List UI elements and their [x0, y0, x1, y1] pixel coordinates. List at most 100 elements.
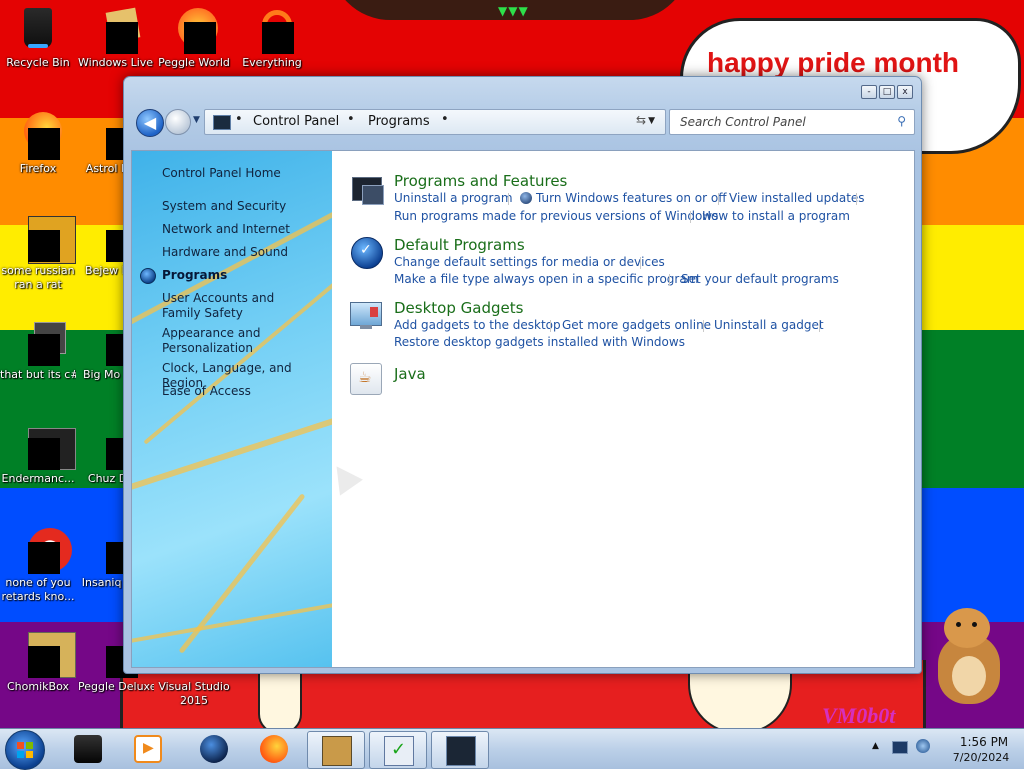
- clock-time[interactable]: 1:56 PM: [952, 735, 1016, 749]
- shield-icon: [520, 192, 532, 204]
- desktop-gadgets-icon[interactable]: [350, 299, 382, 331]
- taskbar-item-checklist-app[interactable]: ✓: [369, 731, 427, 769]
- desktop-icon-label: Visual Studio 2015: [158, 680, 230, 707]
- start-button[interactable]: [5, 730, 45, 770]
- desktop-icon-recycle-bin[interactable]: Recycle Bin: [0, 6, 76, 70]
- sidebar-item-programs[interactable]: Programs: [162, 268, 227, 283]
- network-icon[interactable]: [892, 741, 908, 754]
- refresh-icon[interactable]: ⇆: [636, 113, 646, 127]
- volume-icon[interactable]: [916, 739, 930, 753]
- breadcrumb-separator[interactable]: •: [441, 112, 449, 127]
- taskbar-item-chomikbox[interactable]: [307, 731, 365, 769]
- search-box[interactable]: Search Control Panel ⚲: [669, 109, 915, 135]
- desktop-icon-everything[interactable]: Everything: [234, 6, 310, 70]
- sidebar-item-appearance[interactable]: Appearance and Personalization: [162, 326, 272, 356]
- sidebar-item-network-and-internet[interactable]: Network and Internet: [162, 222, 290, 237]
- desktop-icon-windows-live-mail[interactable]: Windows Live Ma...: [78, 6, 154, 70]
- peggle-icon: [170, 6, 218, 54]
- desktop-icon-csharp[interactable]: that but its c#: [0, 318, 76, 382]
- address-bar[interactable]: • Control Panel • Programs • ▼: [204, 109, 666, 135]
- address-dropdown-icon[interactable]: ▼: [648, 116, 655, 126]
- speech-bubble-text: happy pride month: [707, 47, 959, 78]
- windows-logo-icon: [17, 742, 33, 758]
- window-icon: [14, 422, 76, 470]
- desktop-icon-label: some russian ran a rat: [1, 264, 75, 291]
- link-restore-gadgets[interactable]: Restore desktop gadgets installed with W…: [394, 335, 685, 349]
- desktop-icon-label: Firefox: [19, 162, 57, 175]
- default-programs-icon[interactable]: ✓: [350, 236, 383, 269]
- desktop-icon-chomikbox[interactable]: ChomikBox: [0, 630, 76, 694]
- app-icon: [14, 526, 72, 574]
- sidebar-item-user-accounts[interactable]: User Accounts and Family Safety: [162, 291, 312, 321]
- sidebar: Control Panel Home System and Security N…: [132, 151, 332, 667]
- clock-date[interactable]: 7/20/2024: [946, 751, 1016, 764]
- link-file-type-association[interactable]: Make a file type always open in a specif…: [394, 272, 698, 286]
- category-title-programs-and-features[interactable]: Programs and Features: [394, 172, 567, 190]
- desktop-icon-label: Recycle Bin: [6, 56, 70, 69]
- breadcrumb-separator[interactable]: •: [235, 112, 243, 127]
- files-icon: [14, 318, 66, 366]
- close-button[interactable]: x: [897, 85, 913, 99]
- search-input[interactable]: Search Control Panel: [680, 115, 806, 129]
- globe-icon: [200, 735, 228, 763]
- current-page-bullet-icon: [140, 268, 156, 284]
- taskbar-item-media-player[interactable]: ▶: [120, 731, 176, 767]
- back-button[interactable]: ◀: [136, 109, 164, 137]
- show-hidden-icons-icon[interactable]: ▲: [872, 741, 879, 751]
- hamster-image: [928, 608, 1008, 708]
- desktop-icon-label: Peggle World: [158, 56, 230, 69]
- desktop-icon-label: none of you retards kno...: [1, 576, 75, 603]
- control-panel-icon: [446, 736, 476, 766]
- minimize-button[interactable]: -: [861, 85, 877, 99]
- link-run-older-programs[interactable]: Run programs made for previous versions …: [394, 209, 718, 223]
- java-icon[interactable]: ☕: [350, 363, 382, 395]
- everything-icon: [248, 6, 296, 54]
- sidebar-item-ease-of-access[interactable]: Ease of Access: [162, 384, 251, 399]
- desktop-icon-firefox[interactable]: Firefox: [0, 112, 76, 176]
- chomikbox-icon: [14, 630, 76, 678]
- media-player-icon: ▶: [134, 735, 162, 763]
- link-add-gadgets[interactable]: Add gadgets to the desktop: [394, 318, 561, 332]
- link-change-default-media-settings[interactable]: Change default settings for media or dev…: [394, 255, 665, 269]
- taskbar-item-globe-app[interactable]: [186, 731, 242, 767]
- taskbar-item-speaker-app[interactable]: [60, 731, 116, 767]
- breadcrumb-programs[interactable]: Programs: [368, 114, 430, 129]
- desktop-icon-russian-rat[interactable]: some russian ran a rat: [0, 214, 76, 292]
- sidebar-item-hardware-and-sound[interactable]: Hardware and Sound: [162, 245, 288, 260]
- taskbar-item-control-panel[interactable]: [431, 731, 489, 769]
- programs-and-features-icon[interactable]: [350, 173, 384, 205]
- link-turn-windows-features[interactable]: Turn Windows features on or off: [536, 191, 727, 205]
- desktop-icon-none-of-you[interactable]: none of you retards kno...: [0, 526, 76, 604]
- desktop-icon-label: ChomikBox: [7, 680, 69, 693]
- desktop-icon-label: Windows Live Ma...: [78, 56, 154, 69]
- checklist-icon: ✓: [384, 736, 414, 766]
- category-title-default-programs[interactable]: Default Programs: [394, 236, 525, 254]
- maximize-button[interactable]: □: [879, 85, 895, 99]
- desktop-icon-label: Everything: [242, 56, 302, 69]
- link-view-installed-updates[interactable]: View installed updates: [729, 191, 865, 205]
- category-title-desktop-gadgets[interactable]: Desktop Gadgets: [394, 299, 523, 317]
- link-get-more-gadgets[interactable]: Get more gadgets online: [562, 318, 711, 332]
- breadcrumb-control-panel[interactable]: Control Panel: [253, 114, 339, 129]
- link-uninstall-gadget[interactable]: Uninstall a gadget: [714, 318, 824, 332]
- recent-pages-dropdown[interactable]: ▼: [193, 115, 200, 125]
- link-uninstall-a-program[interactable]: Uninstall a program: [394, 191, 513, 205]
- forward-button[interactable]: [165, 109, 191, 135]
- search-icon[interactable]: ⚲: [897, 114, 906, 128]
- decorative-streak: [132, 410, 332, 498]
- desktop-icon-endermanch[interactable]: Endermanc...: [0, 422, 76, 486]
- link-set-default-programs[interactable]: Set your default programs: [681, 272, 839, 286]
- desktop-icon-label: Endermanc...: [1, 472, 75, 485]
- firefox-icon: [260, 735, 288, 763]
- category-title-java[interactable]: Java: [394, 365, 426, 383]
- taskbar-item-firefox[interactable]: [246, 731, 302, 767]
- navigation-bar: ◀ ▼ • Control Panel • Programs • ▼ ⇆ Sea…: [136, 107, 915, 139]
- main-panel: Programs and Features Uninstall a progra…: [332, 151, 914, 667]
- desktop-icon-label: that but its c#: [0, 368, 76, 381]
- breadcrumb-separator[interactable]: •: [347, 112, 355, 127]
- taskbar: ▶ ✓ ▲ 1:56 PM 7/20/2024: [0, 728, 1024, 770]
- sidebar-control-panel-home[interactable]: Control Panel Home: [162, 166, 281, 181]
- link-how-to-install[interactable]: How to install a program: [702, 209, 850, 223]
- desktop-icon-peggle-world[interactable]: Peggle World: [156, 6, 232, 70]
- sidebar-item-system-and-security[interactable]: System and Security: [162, 199, 286, 214]
